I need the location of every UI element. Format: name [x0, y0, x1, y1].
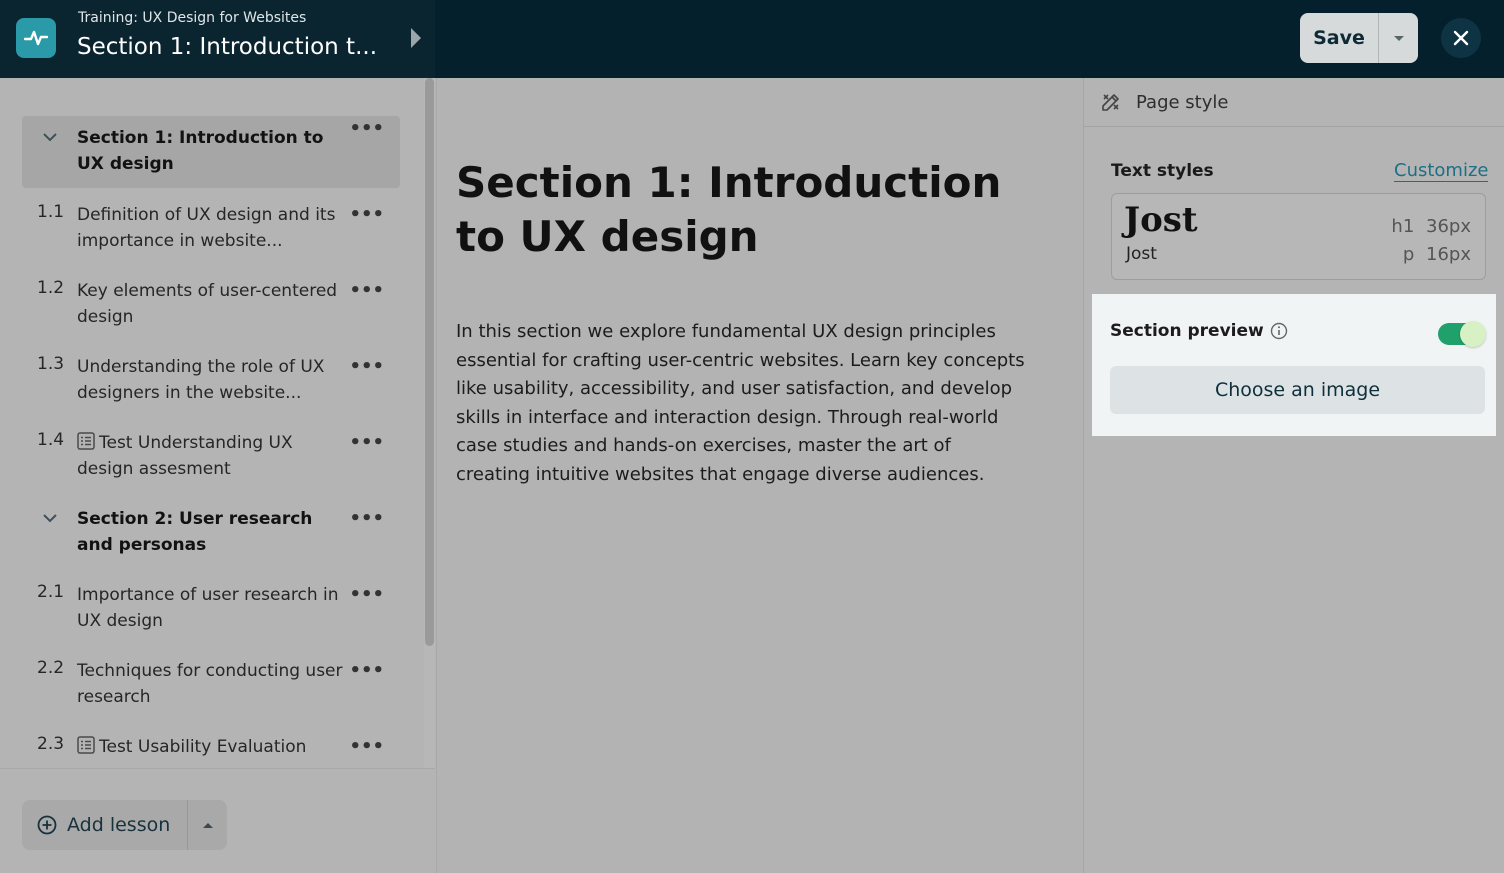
sidebar-footer: Add lesson — [0, 768, 435, 873]
chevron-up-icon — [202, 822, 213, 828]
section-preview-row: Section preview — [1110, 321, 1288, 341]
outline-item-label: Test Understanding UX design assesment — [77, 433, 293, 479]
more-options-icon[interactable]: ••• — [349, 120, 384, 138]
plus-circle-icon — [37, 815, 57, 835]
header-course-area: Training: UX Design for Websites Section… — [0, 0, 435, 78]
outline-item-label-wrap: Test Usability Evaluation — [77, 734, 347, 768]
lesson-number: 1.4 — [37, 430, 65, 450]
section-heading[interactable]: Section 1: Introduction to UX design — [456, 156, 1056, 264]
course-title: Training: UX Design for Websites — [78, 10, 307, 26]
outline-list: Section 1: Introduction to UX design •••… — [0, 78, 424, 768]
design-tools-icon — [1102, 94, 1119, 111]
outline-item-label: Importance of user research in UX design — [77, 585, 339, 631]
more-options-icon[interactable]: ••• — [349, 434, 384, 452]
toggle-knob — [1460, 321, 1486, 347]
choose-image-button[interactable]: Choose an image — [1110, 366, 1485, 414]
more-options-icon[interactable]: ••• — [349, 206, 384, 224]
lesson-number: 1.1 — [37, 202, 65, 222]
more-options-icon[interactable]: ••• — [349, 358, 384, 376]
close-icon — [1453, 30, 1469, 46]
text-style-card[interactable]: Jost Jost h1 36px p 16px — [1111, 193, 1486, 280]
sidebar-scrollbar[interactable] — [425, 78, 434, 646]
outline-lesson-1-3[interactable]: 1.3 Understanding the role of UX designe… — [22, 354, 400, 414]
outline-item-label: Techniques for conducting user research — [77, 661, 343, 707]
outline-section-2[interactable]: Section 2: User research and personas ••… — [22, 506, 400, 566]
customize-link[interactable]: Customize — [1394, 160, 1489, 182]
lesson-number: 1.3 — [37, 354, 65, 374]
lesson-number: 2.3 — [37, 734, 65, 754]
more-options-icon[interactable]: ••• — [349, 282, 384, 300]
text-styles-label: Text styles — [1111, 161, 1214, 181]
outline-lesson-1-4[interactable]: 1.4 Test Understanding UX design assesme… — [22, 430, 400, 490]
section-preview-card: Section preview Choose an image — [1092, 294, 1496, 436]
more-options-icon[interactable]: ••• — [349, 510, 384, 528]
add-lesson-label: Add lesson — [67, 814, 171, 836]
info-icon[interactable] — [1270, 322, 1288, 340]
course-outline-sidebar: Section 1: Introduction to UX design •••… — [0, 78, 435, 873]
page-style-header: Page style — [1084, 78, 1504, 127]
add-lesson-button[interactable]: Add lesson — [22, 800, 188, 850]
outline-item-label: Definition of UX design and its importan… — [77, 205, 336, 251]
outline-section-1[interactable]: Section 1: Introduction to UX design ••• — [22, 116, 400, 188]
page-style-panel: Page style Text styles Customize Jost Jo… — [1083, 78, 1504, 873]
section-preview-toggle[interactable] — [1438, 321, 1486, 347]
h1-size-spec: h1 36px — [1391, 216, 1471, 237]
test-document-icon — [77, 736, 95, 754]
outline-item-label-wrap: Test Understanding UX design assesment — [77, 430, 347, 490]
save-button-group: Save — [1300, 13, 1418, 63]
outline-item-label: Key elements of user-centered design — [77, 281, 338, 327]
heading-font-name: Jost — [1124, 200, 1198, 240]
outline-lesson-2-1[interactable]: 2.1 Importance of user research in UX de… — [22, 582, 400, 642]
chevron-down-icon[interactable] — [22, 125, 77, 188]
outline-item-label: Section 2: User research and personas — [77, 509, 313, 555]
more-options-icon[interactable]: ••• — [349, 586, 384, 604]
section-description[interactable]: In this section we explore fundamental U… — [456, 318, 1026, 490]
p-size-spec: p 16px — [1402, 244, 1471, 265]
outline-lesson-2-3[interactable]: 2.3 Test Usability Evaluation ••• — [22, 734, 400, 768]
section-preview-label: Section preview — [1110, 321, 1264, 341]
lesson-number: 2.2 — [37, 658, 65, 678]
outline-lesson-1-2[interactable]: 1.2 Key elements of user-centered design… — [22, 278, 400, 338]
app-logo-icon[interactable] — [16, 18, 56, 58]
lesson-number: 1.2 — [37, 278, 65, 298]
lesson-number: 2.1 — [37, 582, 65, 602]
outline-item-label: Test Usability Evaluation — [99, 737, 307, 757]
more-options-icon[interactable]: ••• — [349, 738, 384, 756]
page-style-label: Page style — [1136, 91, 1229, 113]
body-font-name: Jost — [1126, 244, 1157, 264]
outline-item-label: Section 1: Introduction to UX design — [77, 128, 324, 174]
chevron-down-icon[interactable] — [22, 506, 77, 566]
outline-item-label: Understanding the role of UX designers i… — [77, 357, 325, 403]
outline-lesson-2-2[interactable]: 2.2 Techniques for conducting user resea… — [22, 658, 400, 718]
lesson-editor-canvas: Section 1: Introduction to UX design In … — [436, 78, 1083, 873]
add-options-dropdown[interactable] — [188, 800, 227, 850]
test-document-icon — [77, 432, 95, 450]
top-bar: Training: UX Design for Websites Section… — [0, 0, 1504, 78]
chevron-down-icon — [1393, 35, 1404, 41]
more-options-icon[interactable]: ••• — [349, 662, 384, 680]
add-lesson-group: Add lesson — [22, 800, 227, 850]
close-button[interactable] — [1441, 18, 1481, 58]
collapse-sidebar-arrow-icon[interactable] — [411, 28, 421, 48]
save-options-dropdown[interactable] — [1379, 13, 1418, 63]
save-button[interactable]: Save — [1300, 13, 1379, 63]
current-section-title: Section 1: Introduction t... — [77, 34, 377, 60]
outline-lesson-1-1[interactable]: 1.1 Definition of UX design and its impo… — [22, 202, 400, 262]
